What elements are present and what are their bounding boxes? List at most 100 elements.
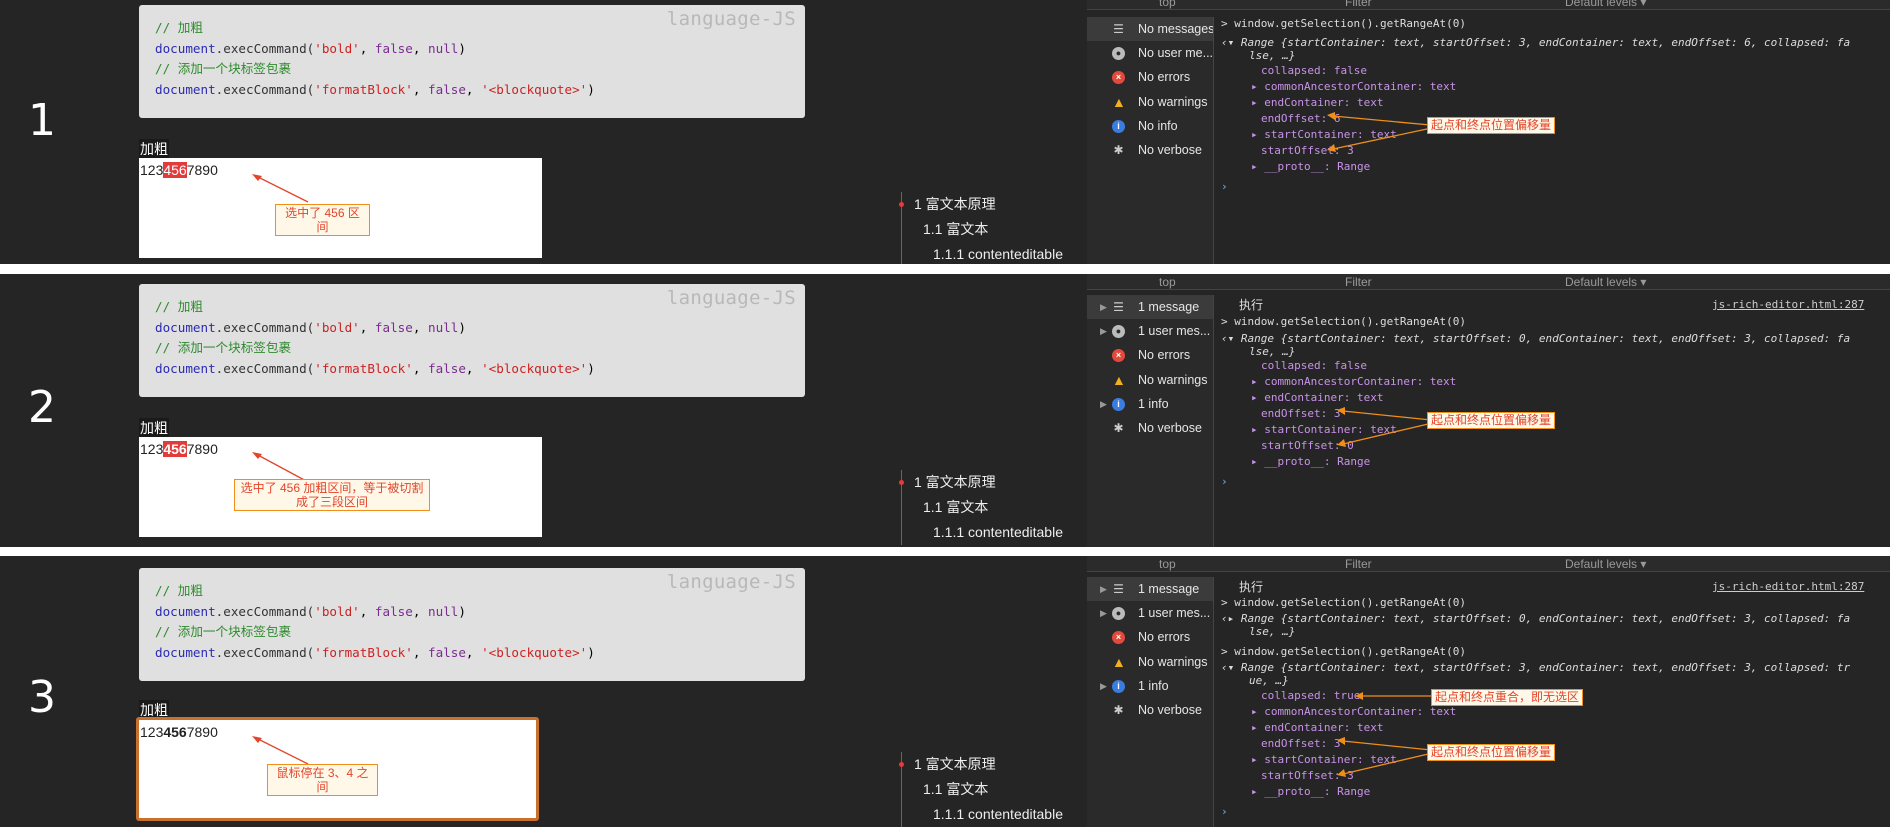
selected-text: 456	[163, 162, 187, 178]
toc-item[interactable]: 1.1 富文本	[902, 217, 1063, 242]
sidebar-item-user[interactable]: ▶ ● 1 user mes...	[1087, 319, 1213, 343]
selected-text: 456	[163, 441, 187, 457]
code-block: language-JS // 加粗 document.execCommand('…	[139, 568, 805, 681]
sidebar-item-info[interactable]: i No info	[1087, 114, 1213, 138]
prop-endcontainer[interactable]: ▸ endContainer: text	[1251, 96, 1383, 110]
console-sidebar: ☰ No messages ● No user me... × No errors ▲…	[1087, 17, 1214, 264]
toc-item[interactable]: 1.1 富文本	[902, 777, 1063, 802]
console-prompt: > window.getSelection().getRangeAt(0)	[1221, 315, 1467, 328]
console-input-prompt[interactable]: ›	[1221, 475, 1228, 489]
sidebar-item-errors[interactable]: × No errors	[1087, 65, 1213, 89]
code-comment: // 加粗	[155, 583, 203, 598]
bold-button[interactable]: 加粗	[139, 139, 169, 159]
prop-proto[interactable]: ▸ __proto__: Range	[1251, 785, 1370, 799]
prop-collapsed: collapsed: false	[1261, 64, 1367, 77]
console-toolbar: top Filter Default levels ▾	[1087, 274, 1890, 290]
levels-select[interactable]: Default levels ▾	[1565, 274, 1646, 290]
prop-endoffset: endOffset: 3	[1261, 737, 1341, 750]
sidebar-item-user[interactable]: ▶ ● 1 user mes...	[1087, 601, 1213, 625]
prop-endcontainer[interactable]: ▸ endContainer: text	[1251, 721, 1383, 735]
console-output: 执行 js-rich-editor.html:287 > window.getS…	[1215, 295, 1890, 547]
warning-icon: ▲	[1112, 93, 1126, 110]
console-input-prompt[interactable]: ›	[1221, 180, 1228, 194]
info-icon: i	[1112, 679, 1125, 693]
source-link[interactable]: js-rich-editor.html:287	[1712, 298, 1864, 312]
console-toolbar: top Filter Default levels ▾	[1087, 556, 1890, 572]
filter-input[interactable]: Filter	[1345, 0, 1372, 10]
console-sidebar: ▶ ☰ 1 message ▶ ● 1 user mes... × No errors ▲…	[1087, 295, 1214, 547]
sidebar-item-warnings[interactable]: ▲ No warnings	[1087, 368, 1213, 392]
panel-2: 2 language-JS // 加粗 document.execCommand…	[0, 274, 1890, 547]
toc-item[interactable]: 1.1.1 contenteditable	[902, 520, 1063, 545]
list-icon: ☰	[1113, 582, 1124, 596]
sidebar-item-verbose[interactable]: ✱ No verbose	[1087, 416, 1213, 440]
step-number: 2	[28, 382, 56, 433]
sidebar-item-info[interactable]: ▶ i 1 info	[1087, 674, 1213, 698]
range-summary-prev[interactable]: ‹▸ Range {startContainer: text, startOff…	[1221, 612, 1850, 626]
sidebar-item-verbose[interactable]: ✱ No verbose	[1087, 138, 1213, 162]
code-comment: // 添加一个块标签包裹	[155, 340, 292, 355]
annotation-note: 鼠标停在 3、4 之间	[267, 764, 378, 796]
bold-button[interactable]: 加粗	[139, 418, 169, 438]
sidebar-item-messages[interactable]: ▶ ☰ 1 message	[1087, 295, 1213, 320]
prop-proto[interactable]: ▸ __proto__: Range	[1251, 455, 1370, 469]
range-summary[interactable]: ‹▾ Range {startContainer: text, startOff…	[1221, 661, 1850, 675]
console-prompt: > window.getSelection().getRangeAt(0)	[1221, 596, 1467, 609]
sidebar-item-messages[interactable]: ▶ ☰ 1 message	[1087, 577, 1213, 602]
toc-item[interactable]: 1 富文本原理	[902, 752, 1063, 777]
bug-icon: ✱	[1113, 702, 1124, 717]
sidebar-item-warnings[interactable]: ▲ No warnings	[1087, 90, 1213, 114]
levels-select[interactable]: Default levels ▾	[1565, 0, 1646, 10]
prop-proto[interactable]: ▸ __proto__: Range	[1251, 160, 1370, 174]
sidebar-item-errors[interactable]: × No errors	[1087, 625, 1213, 649]
console-toolbar: top Filter Default levels ▾	[1087, 0, 1890, 10]
toc-item[interactable]: 1 富文本原理	[902, 470, 1063, 495]
toc-item[interactable]: 1.1 富文本	[902, 495, 1063, 520]
sidebar-item-messages[interactable]: ☰ No messages	[1087, 17, 1213, 42]
filter-input[interactable]: Filter	[1345, 274, 1372, 290]
code-comment: // 加粗	[155, 20, 203, 35]
step-number: 1	[28, 95, 56, 146]
toc-item[interactable]: 1.1.1 contenteditable	[902, 802, 1063, 827]
console-prompt: > window.getSelection().getRangeAt(0)	[1221, 17, 1467, 30]
filter-input[interactable]: Filter	[1345, 556, 1372, 572]
table-of-contents: 1 富文本原理 1.1 富文本 1.1.1 contenteditable	[899, 752, 1063, 827]
range-summary-tail: lse, …}	[1249, 49, 1296, 62]
code-line: document.execCommand('bold', false, null…	[155, 40, 466, 56]
source-link[interactable]: js-rich-editor.html:287	[1712, 580, 1864, 594]
sidebar-item-errors[interactable]: × No errors	[1087, 343, 1213, 367]
prop-endoffset: endOffset: 3	[1261, 407, 1341, 420]
toc-item[interactable]: 1.1.1 contenteditable	[902, 242, 1063, 264]
sidebar-item-warnings[interactable]: ▲ No warnings	[1087, 650, 1213, 674]
prop-common[interactable]: ▸ commonAncestorContainer: text	[1251, 80, 1456, 94]
console-output: > window.getSelection().getRangeAt(0) ‹▾…	[1215, 17, 1890, 264]
log-message: 执行	[1239, 580, 1264, 594]
prop-common[interactable]: ▸ commonAncestorContainer: text	[1251, 375, 1456, 389]
levels-select[interactable]: Default levels ▾	[1565, 556, 1646, 572]
sidebar-item-info[interactable]: ▶ i 1 info	[1087, 392, 1213, 416]
prop-common[interactable]: ▸ commonAncestorContainer: text	[1251, 705, 1456, 719]
console-prompt: > window.getSelection().getRangeAt(0)	[1221, 645, 1467, 658]
code-line: document.execCommand('formatBlock', fals…	[155, 360, 595, 376]
code-language: language-JS	[666, 571, 796, 593]
range-summary[interactable]: ‹▾ Range {startContainer: text, startOff…	[1221, 332, 1850, 346]
list-icon: ☰	[1113, 22, 1124, 36]
toc-item[interactable]: 1 富文本原理	[902, 192, 1063, 217]
list-icon: ☰	[1113, 300, 1124, 314]
code-language: language-JS	[666, 8, 796, 30]
step-number: 3	[28, 672, 56, 723]
sidebar-item-verbose[interactable]: ✱ No verbose	[1087, 698, 1213, 722]
context-select[interactable]: top	[1159, 274, 1176, 290]
annotation-note: 起点和终点位置偏移量	[1427, 412, 1556, 429]
sidebar-item-user[interactable]: ● No user me...	[1087, 41, 1213, 65]
annotation-note: 起点和终点位置偏移量	[1427, 117, 1556, 134]
range-summary[interactable]: ‹▾ Range {startContainer: text, startOff…	[1221, 36, 1850, 50]
console-input-prompt[interactable]: ›	[1221, 805, 1228, 819]
code-block: language-JS // 加粗 document.execCommand('…	[139, 284, 805, 397]
bug-icon: ✱	[1113, 142, 1124, 157]
code-line: document.execCommand('bold', false, null…	[155, 319, 466, 335]
table-of-contents: 1 富文本原理 1.1 富文本 1.1.1 contenteditable	[899, 470, 1063, 545]
prop-endcontainer[interactable]: ▸ endContainer: text	[1251, 391, 1383, 405]
context-select[interactable]: top	[1159, 556, 1176, 572]
context-select[interactable]: top	[1159, 0, 1176, 10]
